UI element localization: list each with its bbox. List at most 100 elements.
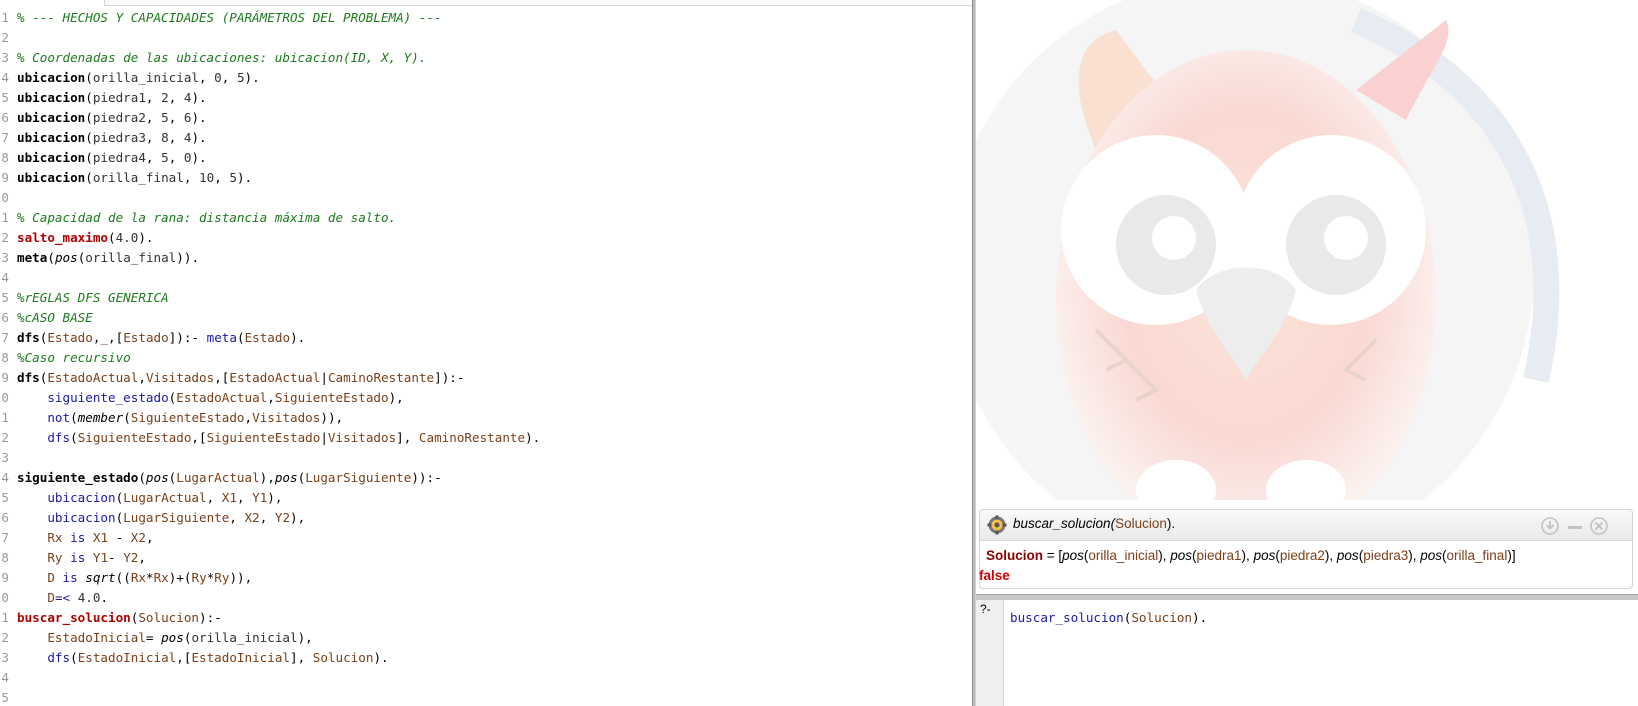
minimize-icon[interactable] (1566, 517, 1584, 535)
line-number: 8 (1, 550, 9, 565)
code-token: 4.0 (77, 590, 101, 605)
code-token: ubicacion (17, 90, 86, 105)
answer-binding: Solucion = [pos(orilla_inicial), pos(pie… (986, 548, 1516, 563)
code-token: orilla_inicial (191, 630, 298, 645)
code-token: Visitados (145, 370, 215, 385)
code-token: dfs (17, 330, 40, 345)
binding-functor: pos (1170, 548, 1192, 563)
code-token: SiguienteEstado (77, 430, 192, 445)
code-token: 0 (214, 70, 222, 85)
code-token: ). (138, 230, 154, 245)
binding-atom: piedra3 (1363, 548, 1409, 563)
line-number: 2 (1, 430, 9, 445)
code-editor[interactable]: 1 % --- HECHOS Y CAPACIDADES (PARÁMETROS … (0, 0, 972, 706)
code-token: siguiente_estado (47, 390, 169, 405)
code-token: buscar_solucion (17, 610, 131, 625)
close-icon[interactable] (1590, 517, 1608, 535)
line-number: 3 (1, 250, 9, 265)
line-code: ubicacion(piedra1, 2, 4). (17, 88, 207, 108)
line-code: ubicacion(orilla_inicial, 0, 5). (17, 68, 260, 88)
code-token: LugarActual (176, 470, 260, 485)
code-token: meta (17, 250, 48, 265)
code-token: ):- (199, 610, 222, 625)
code-token: , (214, 170, 230, 185)
code-token: ( (85, 150, 93, 165)
line-number: 4 (1, 470, 9, 485)
line-number: 5 (1, 690, 9, 705)
query-editor[interactable]: ?- buscar_solucion(Solucion). (976, 600, 1638, 706)
code-token: dfs (17, 370, 40, 385)
line-number: 8 (1, 350, 9, 365)
line-number: 2 (1, 30, 9, 45)
line-number: 9 (1, 170, 9, 185)
code-token: D (47, 590, 55, 605)
binding-atom: orilla_inicial (1088, 548, 1159, 563)
code-token: ). (236, 170, 253, 185)
binding-functor: pos (1062, 548, 1084, 563)
code-token: not (47, 410, 71, 425)
query-input[interactable]: buscar_solucion(Solucion). (1010, 610, 1207, 625)
code-token: Visitados (327, 430, 397, 445)
code-token: Y1 (252, 490, 268, 505)
code-token: Rx (47, 530, 63, 545)
gear-icon[interactable] (987, 515, 1007, 535)
line-number: 3 (1, 50, 9, 65)
code-token: ), (388, 390, 404, 405)
code-token: X2 (130, 530, 146, 545)
code-token: dfs (47, 650, 71, 665)
code-token: Visitados (252, 410, 321, 425)
code-token: %Caso recursivo (17, 350, 131, 365)
binding-functor: pos (1253, 548, 1276, 563)
code-token: is (70, 550, 86, 565)
line-code: dfs(SiguienteEstado,[SiguienteEstado|Vis… (17, 428, 540, 448)
line-number: 3 (1, 450, 9, 465)
line-code: % --- HECHOS Y CAPACIDADES (PARÁMETROS D… (17, 8, 442, 28)
code-token: , (267, 390, 275, 405)
code-token: , (145, 110, 162, 125)
code-token: meta (206, 330, 237, 345)
code-token: pos (161, 630, 184, 645)
code-token: siguiente_estado (17, 470, 139, 485)
code-token: sqrt (85, 570, 116, 585)
code-token: salto_maximo (17, 230, 108, 245)
line-code: ubicacion(piedra3, 8, 4). (17, 128, 207, 148)
line-code: Rx is X1 - X2, (17, 528, 153, 548)
code-token: X2 (244, 510, 260, 525)
code-token: EstadoActual (229, 370, 321, 385)
code-token: EstadoInicial (191, 650, 291, 665)
code-token: ubicacion (17, 70, 86, 85)
code-token: Rx (130, 570, 146, 585)
code-token: )+( (168, 570, 192, 585)
code-token: )), (229, 570, 253, 585)
line-number: 6 (1, 510, 9, 525)
code-token: , (236, 490, 253, 505)
line-number: 4 (1, 270, 9, 285)
code-token: | (320, 430, 328, 445)
code-token: orilla_inicial (92, 70, 199, 85)
code-token: Estado (244, 330, 291, 345)
code-token: dfs (47, 430, 71, 445)
code-token: ], (290, 650, 313, 665)
code-token: . (100, 590, 109, 605)
code-token: ( (85, 70, 93, 85)
code-token: 5 (161, 150, 169, 165)
code-token: ubicacion (17, 110, 86, 125)
arrow-down-icon[interactable] (1541, 517, 1559, 535)
code-token: )), (320, 410, 344, 425)
code-token: EstadoInicial (77, 650, 177, 665)
answer-result: false (979, 568, 1010, 583)
code-token: ). (290, 330, 306, 345)
answer-header: buscar_solucion(Solucion). (980, 510, 1632, 541)
code-token: ,[ (176, 650, 192, 665)
line-code: dfs(EstadoInicial,[EstadoInicial], Soluc… (17, 648, 388, 668)
query-panel: buscar_solucion(Solucion). Solucion = [p… (976, 0, 1638, 706)
query-prompt: ?- (976, 600, 1004, 706)
code-token: Estado (123, 330, 169, 345)
